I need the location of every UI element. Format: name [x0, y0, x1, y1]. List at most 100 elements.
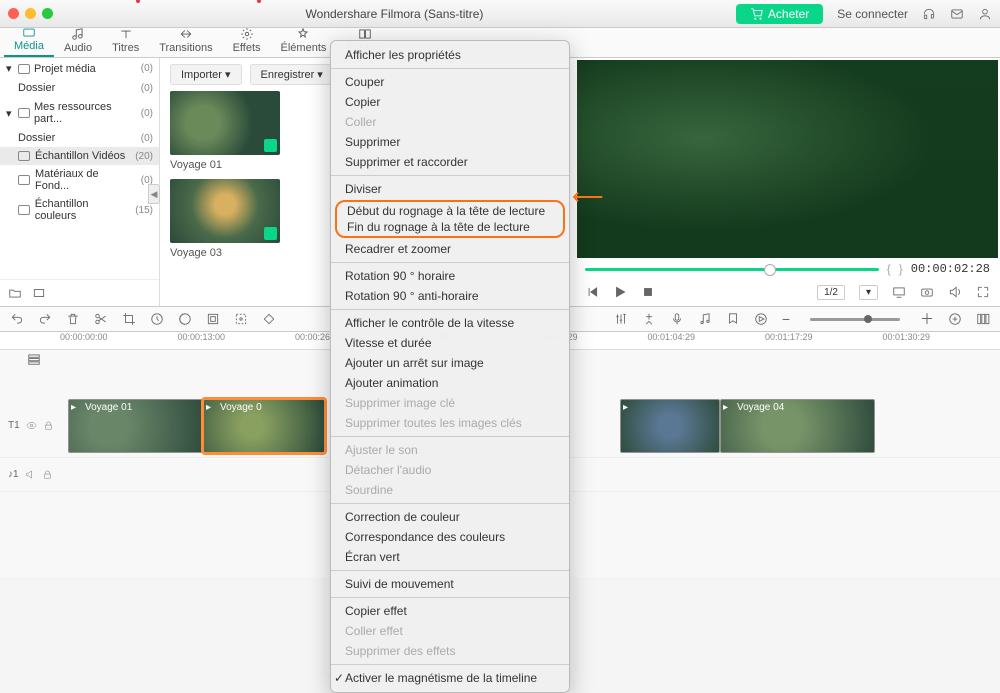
- sidebar-item-folder[interactable]: Dossier(0): [0, 79, 159, 97]
- lock-icon[interactable]: [43, 420, 54, 431]
- ctx-delete-effects: Supprimer des effets: [331, 641, 569, 661]
- ctx-copy-effect[interactable]: Copier effet: [331, 601, 569, 621]
- tab-audio[interactable]: Audio: [54, 27, 102, 57]
- login-link[interactable]: Se connecter: [837, 7, 908, 21]
- sidebar-item-sample-videos[interactable]: Échantillon Vidéos(20): [0, 147, 159, 165]
- ctx-split[interactable]: Diviser: [331, 179, 569, 199]
- sidebar-item-backgrounds[interactable]: Matériaux de Fond...(0): [0, 165, 159, 195]
- preview-quality-select[interactable]: 1/2: [817, 285, 845, 300]
- zoom-in-icon[interactable]: ＋: [920, 309, 934, 329]
- sidebar-item-folder[interactable]: Dossier(0): [0, 129, 159, 147]
- green-screen-icon[interactable]: [206, 312, 220, 326]
- ctx-copy[interactable]: Copier: [331, 92, 569, 112]
- mail-icon[interactable]: [950, 7, 964, 21]
- snapshot-icon[interactable]: [920, 285, 934, 299]
- tab-transitions[interactable]: Transitions: [149, 27, 222, 57]
- timeline-clip[interactable]: ▸: [620, 399, 720, 453]
- ctx-motion-tracking[interactable]: Suivi de mouvement: [331, 574, 569, 594]
- delete-icon[interactable]: [66, 312, 80, 326]
- ctx-green-screen[interactable]: Écran vert: [331, 547, 569, 567]
- headset-icon[interactable]: [922, 7, 936, 21]
- zoom-fit-icon[interactable]: [948, 312, 962, 326]
- step-back-icon[interactable]: [585, 285, 599, 299]
- zoom-out-icon[interactable]: −: [782, 311, 790, 327]
- tab-effects[interactable]: Effets: [223, 27, 271, 57]
- tab-elements[interactable]: Éléments: [271, 27, 337, 57]
- volume-icon[interactable]: [948, 285, 962, 299]
- clip-thumbnail[interactable]: [170, 179, 280, 243]
- ctx-cut[interactable]: Couper: [331, 72, 569, 92]
- preview-quality-dropdown[interactable]: ▾: [859, 285, 878, 300]
- highlighted-trim-options: Début du rognage à la tête de lecture Fi…: [335, 200, 565, 238]
- ctx-color-match[interactable]: Correspondance des couleurs: [331, 527, 569, 547]
- visibility-icon[interactable]: [26, 420, 37, 431]
- voiceover-icon[interactable]: [670, 312, 684, 326]
- timeline-clip[interactable]: ▸Voyage 04: [720, 399, 875, 453]
- preview-scrubber[interactable]: { } 00:00:02:28: [575, 260, 1000, 278]
- maximize-window-button[interactable]: [42, 8, 53, 19]
- media-sidebar: ▾Projet média(0) Dossier(0) ▾Mes ressour…: [0, 58, 160, 306]
- import-button[interactable]: Importer▾: [170, 64, 242, 85]
- ctx-ripple-delete[interactable]: Supprimer et raccorder: [331, 152, 569, 172]
- audio-sync-icon[interactable]: [698, 312, 712, 326]
- new-bin-icon[interactable]: [32, 286, 46, 300]
- ctx-rotate-ccw[interactable]: Rotation 90 ° anti-horaire: [331, 286, 569, 306]
- preview-viewport[interactable]: [577, 60, 998, 258]
- ctx-color-correction[interactable]: Correction de couleur: [331, 507, 569, 527]
- stop-icon[interactable]: [641, 285, 655, 299]
- clip-thumbnail[interactable]: [170, 91, 280, 155]
- close-window-button[interactable]: [8, 8, 19, 19]
- sidebar-item-sample-colors[interactable]: Échantillon couleurs(15): [0, 195, 159, 225]
- cart-icon: [750, 7, 764, 21]
- track-manager-icon[interactable]: [27, 352, 41, 366]
- bracket-in[interactable]: {: [887, 262, 891, 276]
- ctx-trim-end[interactable]: Fin du rognage à la tête de lecture: [347, 219, 553, 235]
- undo-icon[interactable]: [10, 312, 24, 326]
- bracket-out[interactable]: }: [899, 262, 903, 276]
- mute-icon[interactable]: [25, 469, 36, 480]
- timeline-clip-selected[interactable]: ▸Voyage 0: [203, 399, 325, 453]
- color-icon[interactable]: [178, 312, 192, 326]
- ctx-freeze-frame[interactable]: Ajouter un arrêt sur image: [331, 353, 569, 373]
- marker-add-icon[interactable]: [642, 312, 656, 326]
- fullscreen-icon[interactable]: [976, 285, 990, 299]
- account-icon[interactable]: [978, 7, 992, 21]
- tracking-icon[interactable]: [234, 312, 248, 326]
- tab-titles[interactable]: Titres: [102, 27, 149, 57]
- ctx-add-animation[interactable]: Ajouter animation: [331, 373, 569, 393]
- save-button[interactable]: Enregistrer▾: [250, 64, 334, 85]
- ctx-speed-duration[interactable]: Vitesse et durée: [331, 333, 569, 353]
- ctx-delete-keyframe: Supprimer image clé: [331, 393, 569, 413]
- cut-icon[interactable]: [94, 312, 108, 326]
- buy-label: Acheter: [768, 7, 809, 21]
- mixer-icon[interactable]: [614, 312, 628, 326]
- ctx-crop-zoom[interactable]: Recadrer et zoomer: [331, 239, 569, 259]
- timeline-clip[interactable]: ▸Voyage 01: [68, 399, 203, 453]
- ctx-rotate-cw[interactable]: Rotation 90 ° horaire: [331, 266, 569, 286]
- render-icon[interactable]: [754, 312, 768, 326]
- tab-media[interactable]: Média: [4, 25, 54, 57]
- track-label: ♪1: [8, 469, 19, 480]
- ctx-trim-start[interactable]: Début du rognage à la tête de lecture: [347, 203, 553, 219]
- ctx-delete[interactable]: Supprimer: [331, 132, 569, 152]
- keyframe-icon[interactable]: [262, 312, 276, 326]
- view-mode-icon[interactable]: [976, 312, 990, 326]
- buy-button[interactable]: Acheter: [736, 4, 823, 24]
- marker-icon[interactable]: [726, 312, 740, 326]
- speed-icon[interactable]: [150, 312, 164, 326]
- sidebar-collapse-handle[interactable]: ◀: [148, 184, 160, 204]
- crop-icon[interactable]: [122, 312, 136, 326]
- zoom-slider[interactable]: [810, 318, 900, 321]
- ctx-speed-control[interactable]: Afficher le contrôle de la vitesse: [331, 313, 569, 333]
- redo-icon[interactable]: [38, 312, 52, 326]
- ctx-timeline-snap[interactable]: ✓Activer le magnétisme de la timeline: [331, 668, 569, 688]
- ctx-adjust-audio: Ajuster le son: [331, 440, 569, 460]
- minimize-window-button[interactable]: [25, 8, 36, 19]
- lock-icon[interactable]: [42, 469, 53, 480]
- ctx-properties[interactable]: Afficher les propriétés: [331, 45, 569, 65]
- play-icon[interactable]: [613, 285, 627, 299]
- display-icon[interactable]: [892, 285, 906, 299]
- sidebar-item-project[interactable]: ▾Projet média(0): [0, 58, 159, 79]
- sidebar-item-shared[interactable]: ▾Mes ressources part...(0): [0, 97, 159, 129]
- new-folder-icon[interactable]: [8, 286, 22, 300]
